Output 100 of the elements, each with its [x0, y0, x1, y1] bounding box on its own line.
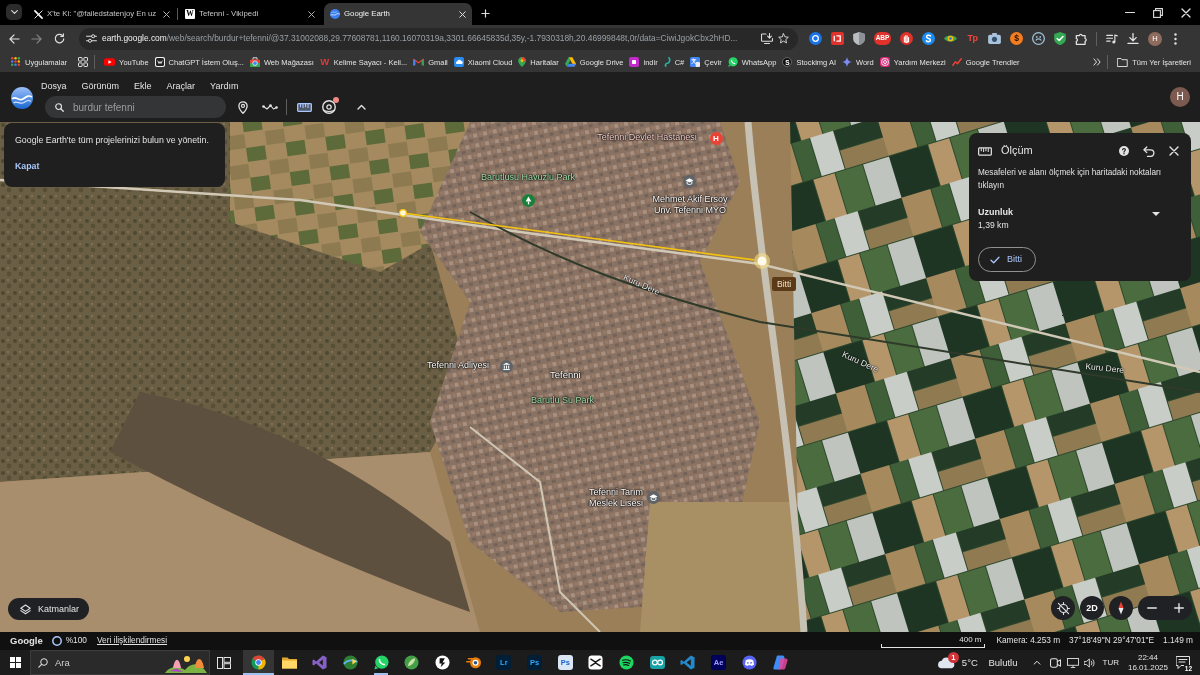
place-label: Tefenni Devlet Hastanesi	[597, 132, 697, 143]
square-app-icon[interactable]	[831, 32, 844, 45]
hook-icon	[663, 57, 671, 67]
pin-icon[interactable]	[238, 100, 248, 114]
music-list-icon[interactable]	[1106, 33, 1118, 44]
trend-line-icon	[951, 58, 962, 66]
dismiss-link[interactable]: Kapat	[15, 160, 40, 172]
taskbar-search-field[interactable]: Ara	[30, 650, 210, 675]
hand-icon[interactable]	[900, 32, 913, 45]
close-icon[interactable]	[1181, 7, 1191, 18]
chevron-double-icon[interactable]	[1093, 58, 1102, 66]
polyline-icon[interactable]	[262, 102, 278, 112]
chevron-up-icon[interactable]	[1032, 660, 1041, 665]
scale-label: 400 m	[959, 634, 982, 644]
disc-icon[interactable]	[809, 32, 822, 45]
chevron-down-icon	[10, 10, 18, 14]
chevron-up-icon[interactable]	[357, 104, 366, 110]
menu-item[interactable]: Ekle	[134, 81, 152, 92]
caret-down-icon[interactable]	[1152, 212, 1160, 216]
globe-icon	[330, 9, 340, 19]
layers-button[interactable]: Katmanlar	[8, 598, 90, 620]
shield-check-icon[interactable]	[1054, 32, 1066, 45]
video-camera-icon[interactable]	[1049, 657, 1061, 668]
building-icon[interactable]	[499, 359, 513, 373]
translate-icon	[690, 57, 701, 67]
task-view-icon[interactable]	[217, 656, 231, 669]
menu-icon[interactable]	[1174, 32, 1177, 45]
install-icon[interactable]	[761, 33, 773, 44]
tip-message: Google Earth'te tüm projelerinizi bulun ve yönetin.	[15, 135, 210, 146]
notification-icon[interactable]	[1176, 656, 1190, 669]
tree-icon[interactable]	[521, 193, 535, 207]
menu-item[interactable]: Araçlar	[166, 81, 196, 92]
instruction-text: Mesafeleri ve alanı ölçmek için haritadaki noktaları tıklayın	[978, 167, 1162, 192]
coordinates: 37°18'49"N 29°47'01"E	[1069, 636, 1154, 646]
minimize-icon[interactable]	[1125, 11, 1135, 14]
stream-label: Kuru Dere	[621, 272, 662, 298]
load-percent: %100	[65, 636, 87, 646]
menu-item[interactable]: Dosya	[41, 81, 67, 92]
profile-avatar[interactable]: H	[1170, 87, 1190, 107]
app-tile-icon	[154, 57, 165, 67]
infinity-icon	[649, 656, 665, 669]
download-icon[interactable]	[1127, 33, 1139, 44]
loading-ring-icon	[51, 636, 62, 646]
apps-grid-icon	[11, 57, 21, 67]
cross-square-icon	[588, 655, 604, 670]
length-value: 1,39 km	[978, 219, 1010, 231]
volume-icon[interactable]	[1083, 657, 1095, 668]
minus-icon	[1146, 607, 1157, 609]
sound-waves-icon	[619, 655, 635, 670]
stream-label: Kuru Dere	[1084, 361, 1125, 376]
eye-icon[interactable]	[944, 34, 957, 43]
attribution-link[interactable]: Veri ilişkilendirmesi	[96, 636, 168, 646]
swirl-icon[interactable]	[922, 32, 935, 45]
crosshair-off-icon	[1056, 601, 1070, 615]
input-language[interactable]: TUR	[1102, 657, 1119, 668]
address-bar[interactable]: earth.google.com/web/search/burdur+tefenni/@37.31002088,29.77608781,1160.16070319a,3301.66645835d,35y,-1.7930318h,20.46999848t,0r/data=CiwiJgokCbx2hHD...	[79, 27, 798, 50]
measure-point[interactable]	[399, 209, 407, 217]
place-label: Tefenni	[550, 369, 581, 381]
grid-icon[interactable]	[78, 57, 89, 67]
new-tab-icon[interactable]	[481, 9, 490, 18]
face-icon[interactable]	[1032, 32, 1045, 45]
close-icon[interactable]	[308, 10, 315, 18]
place-label: Mehmet Akif Ersoy Unv. Tefenni MYO	[651, 194, 729, 216]
camera-icon[interactable]	[988, 33, 1001, 44]
ruler-icon[interactable]	[297, 102, 312, 112]
place-label: Tefenni Adliyesi	[427, 360, 490, 371]
compass-icon	[1118, 601, 1124, 615]
clock[interactable]: 22:44 16.01.2025	[1124, 652, 1171, 673]
restore-icon[interactable]	[1153, 7, 1163, 18]
chrome-logo-icon	[250, 655, 266, 670]
place-label: Barutlusu Havuzlu Park	[481, 172, 575, 183]
folder-icon	[281, 656, 297, 669]
undo-icon[interactable]	[1143, 145, 1155, 157]
site-info-icon[interactable]	[86, 34, 97, 43]
monitor-icon[interactable]	[1066, 657, 1079, 668]
coin-icon[interactable]: $	[1010, 32, 1023, 45]
map-pin-icon	[518, 57, 527, 67]
search-field[interactable]: burdur tefenni	[45, 96, 226, 118]
taskbar-app-button[interactable]	[243, 650, 274, 675]
earth-logo-icon[interactable]	[11, 87, 33, 109]
start-icon[interactable]	[10, 657, 21, 668]
url-text[interactable]: earth.google.com/web/search/burdur+tefenni/@37.31002088,29.77608781,1160.16070319a,3301.66645835d,35y,-1.7930318h,20.46999848t,0r/data=CiwiJgokCbx2hHD...	[102, 33, 756, 44]
close-icon[interactable]	[163, 10, 170, 18]
puzzle-icon[interactable]	[1075, 32, 1087, 45]
chat-icon	[727, 57, 738, 67]
school-icon[interactable]	[682, 174, 696, 188]
reload-icon[interactable]	[54, 33, 65, 44]
search-icon	[38, 657, 48, 668]
back-arrow-icon[interactable]	[9, 33, 20, 44]
tab-list-button[interactable]	[6, 4, 22, 20]
help-icon[interactable]	[1119, 146, 1129, 156]
school-icon[interactable]	[646, 490, 660, 504]
forward-arrow-icon[interactable]	[31, 33, 42, 44]
star-icon[interactable]	[778, 33, 789, 44]
measure-point[interactable]	[754, 253, 770, 269]
orbit-icon[interactable]	[322, 100, 336, 114]
shield-icon[interactable]	[853, 32, 865, 45]
menu-item[interactable]: Yardım	[210, 81, 239, 92]
finish-tag[interactable]: Bitti	[772, 277, 797, 292]
menu-item[interactable]: Görünüm	[81, 81, 120, 92]
